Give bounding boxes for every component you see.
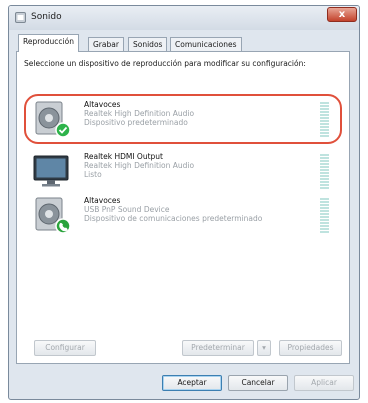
instruction-text: Seleccione un dispositivo de reproducció… bbox=[24, 59, 306, 68]
device-item-speakers-usb[interactable]: Altavoces USB PnP Sound Device Dispositi… bbox=[26, 190, 344, 236]
device-status: Listo bbox=[84, 170, 102, 179]
window-title: Sonido bbox=[31, 12, 62, 22]
close-button[interactable]: x bbox=[327, 7, 357, 22]
tab-playback[interactable]: Reproducción bbox=[18, 34, 79, 52]
tab-sounds[interactable]: Sonidos bbox=[128, 37, 168, 51]
properties-button[interactable]: Propiedades bbox=[279, 340, 342, 356]
selection-highlight bbox=[24, 94, 342, 144]
cancel-button[interactable]: Cancelar bbox=[228, 375, 288, 391]
set-default-dropdown-button[interactable]: ▾ bbox=[257, 340, 271, 356]
monitor-icon bbox=[33, 155, 69, 187]
apply-button[interactable]: Aplicar bbox=[294, 375, 354, 391]
sound-app-icon bbox=[15, 12, 26, 23]
accept-button[interactable]: Aceptar bbox=[162, 375, 222, 391]
device-driver: Realtek High Definition Audio bbox=[84, 161, 195, 170]
device-status: Dispositivo de comunicaciones predetermi… bbox=[84, 214, 263, 223]
volume-level-meter bbox=[320, 198, 329, 234]
configure-button[interactable]: Configurar bbox=[34, 340, 96, 356]
device-item-hdmi-output[interactable]: Realtek HDMI Output Realtek High Definit… bbox=[26, 146, 344, 192]
device-driver: USB PnP Sound Device bbox=[84, 205, 170, 214]
device-name: Altavoces bbox=[84, 196, 121, 205]
volume-level-meter bbox=[320, 154, 329, 190]
speaker-icon bbox=[35, 197, 71, 234]
tab-recording[interactable]: Grabar bbox=[88, 37, 124, 51]
title-bar: Sonido x bbox=[9, 6, 359, 30]
device-name: Realtek HDMI Output bbox=[84, 152, 163, 161]
tab-communications[interactable]: Comunicaciones bbox=[170, 37, 242, 51]
set-default-button[interactable]: Predeterminar bbox=[182, 340, 254, 356]
